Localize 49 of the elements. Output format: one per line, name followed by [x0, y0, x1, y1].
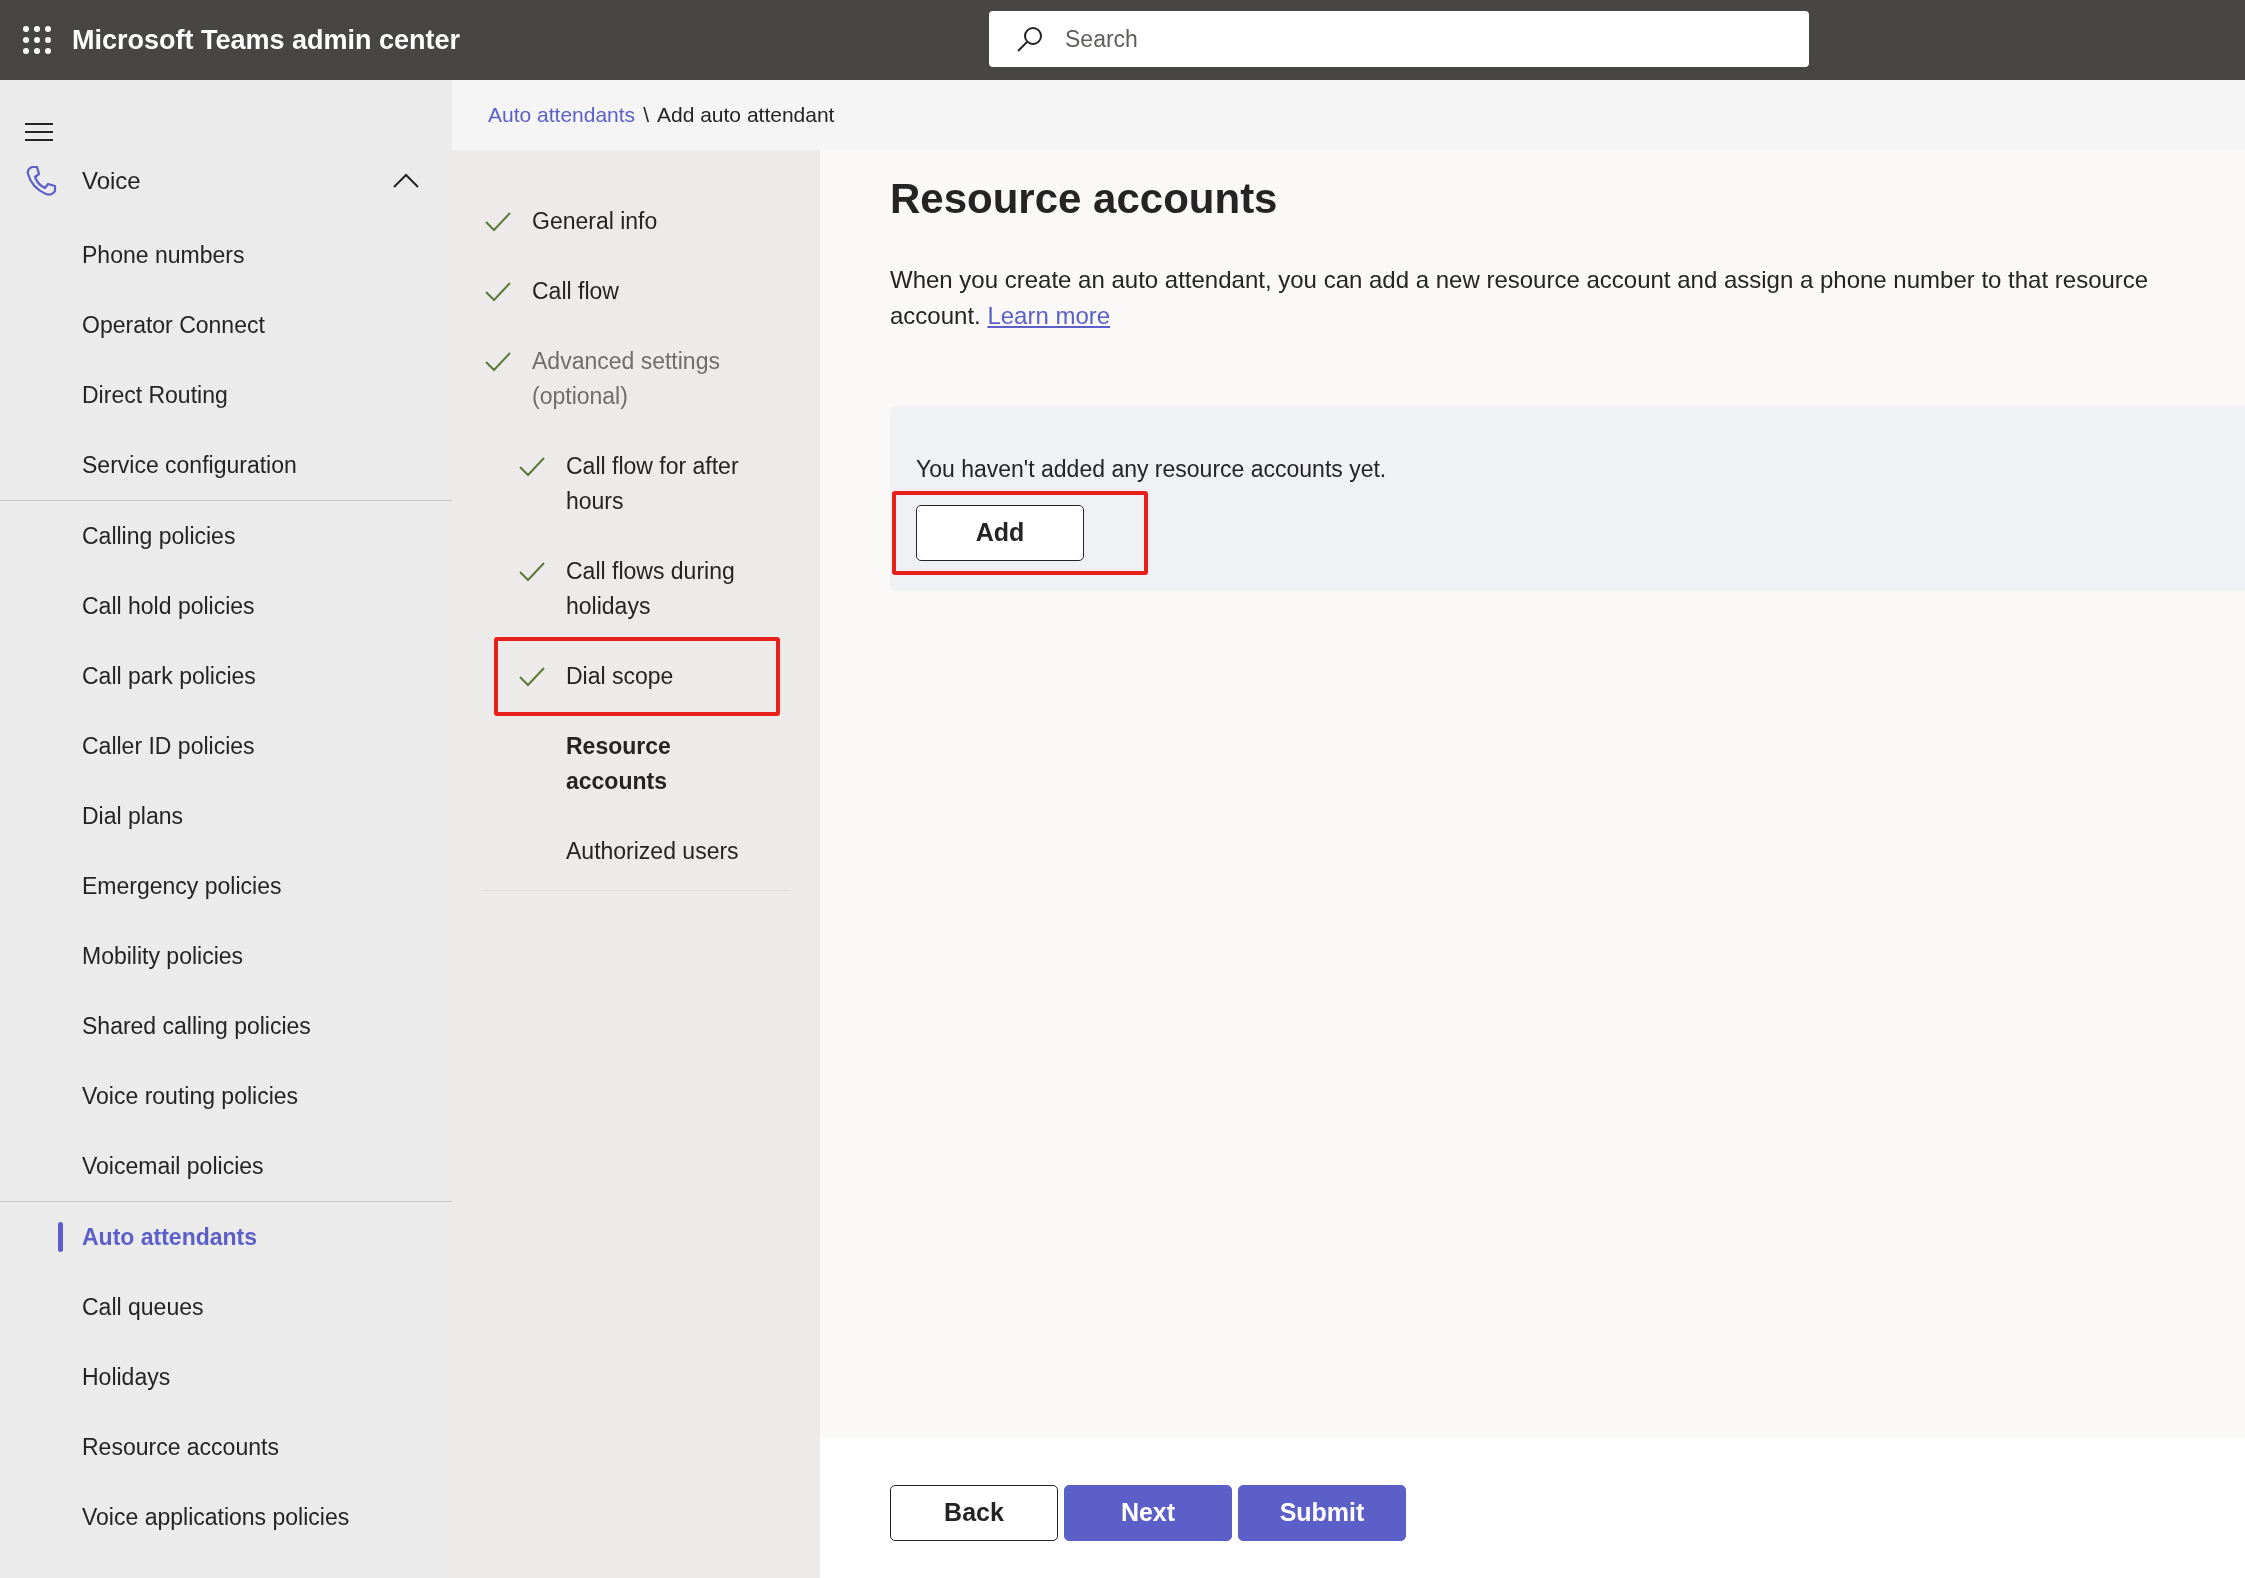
- nav-section-label: Voice: [82, 166, 142, 196]
- wizard-step[interactable]: Advanced settings (optional): [532, 344, 722, 414]
- wizard-step[interactable]: General info: [532, 204, 722, 239]
- primary-button[interactable]: Submit: [1238, 1485, 1406, 1541]
- nav-item[interactable]: Direct Routing: [0, 360, 452, 430]
- nav-item[interactable]: Operator Connect: [0, 290, 452, 360]
- page-title: Resource accounts: [890, 174, 1279, 224]
- nav-item[interactable]: Voice applications policies: [0, 1482, 452, 1552]
- nav-item[interactable]: Caller ID policies: [0, 711, 452, 781]
- nav-item[interactable]: Call queues: [0, 1272, 452, 1342]
- search-field[interactable]: Search: [989, 11, 1809, 67]
- breadcrumb-current: Add auto attendant: [656, 102, 835, 129]
- wizard-step[interactable]: Call flows during holidays: [566, 554, 756, 624]
- nav-item[interactable]: Phone numbers: [0, 220, 452, 290]
- wizard-step[interactable]: Call flow for after hours: [566, 449, 756, 519]
- breadcrumb-separator: \: [643, 102, 649, 129]
- nav-item[interactable]: Mobility policies: [0, 921, 452, 991]
- nav-item[interactable]: Call park policies: [0, 641, 452, 711]
- wizard-step[interactable]: Dial scope: [566, 659, 756, 694]
- nav-item[interactable]: Dial plans: [0, 781, 452, 851]
- nav-item[interactable]: Auto attendants: [0, 1202, 452, 1272]
- secondary-button[interactable]: Back: [890, 1485, 1058, 1541]
- nav-item[interactable]: Voicemail policies: [0, 1131, 452, 1201]
- app-title: Microsoft Teams admin center: [72, 23, 461, 57]
- wizard-step[interactable]: Authorized users: [566, 834, 756, 869]
- chevron-icon[interactable]: [392, 173, 420, 189]
- selection-indicator: [58, 1222, 63, 1252]
- nav-item[interactable]: Holidays: [0, 1342, 452, 1412]
- description-text: When you create an auto attendant, you can add a new resource account and assign a phone number to that resource account. Learn more: [890, 265, 2150, 332]
- app-launcher-icon[interactable]: [22, 25, 52, 55]
- nav-section-header[interactable]: Voice: [0, 142, 452, 220]
- menu-icon[interactable]: [24, 122, 54, 142]
- phone-icon: [24, 164, 58, 198]
- nav-item[interactable]: Service configuration: [0, 430, 452, 500]
- wizard-step[interactable]: Call flow: [532, 274, 722, 309]
- nav-item[interactable]: Resource accounts: [0, 1412, 452, 1482]
- nav-item[interactable]: Voice routing policies: [0, 1061, 452, 1131]
- primary-button[interactable]: Next: [1064, 1485, 1232, 1541]
- nav-item[interactable]: Calling policies: [0, 501, 452, 571]
- breadcrumb-link[interactable]: Auto attendants: [488, 99, 636, 131]
- empty-message: You haven't added any resource accounts yet.: [916, 455, 1388, 485]
- nav-item[interactable]: Call hold policies: [0, 571, 452, 641]
- nav-item[interactable]: Shared calling policies: [0, 991, 452, 1061]
- search-icon: [1015, 24, 1045, 54]
- add-button[interactable]: Add: [916, 504, 1084, 561]
- search-input[interactable]: Search: [1063, 20, 1809, 58]
- wizard-step[interactable]: Resource accounts: [566, 729, 756, 799]
- nav-item[interactable]: Emergency policies: [0, 851, 452, 921]
- learn-more-link[interactable]: Learn more: [987, 302, 1111, 330]
